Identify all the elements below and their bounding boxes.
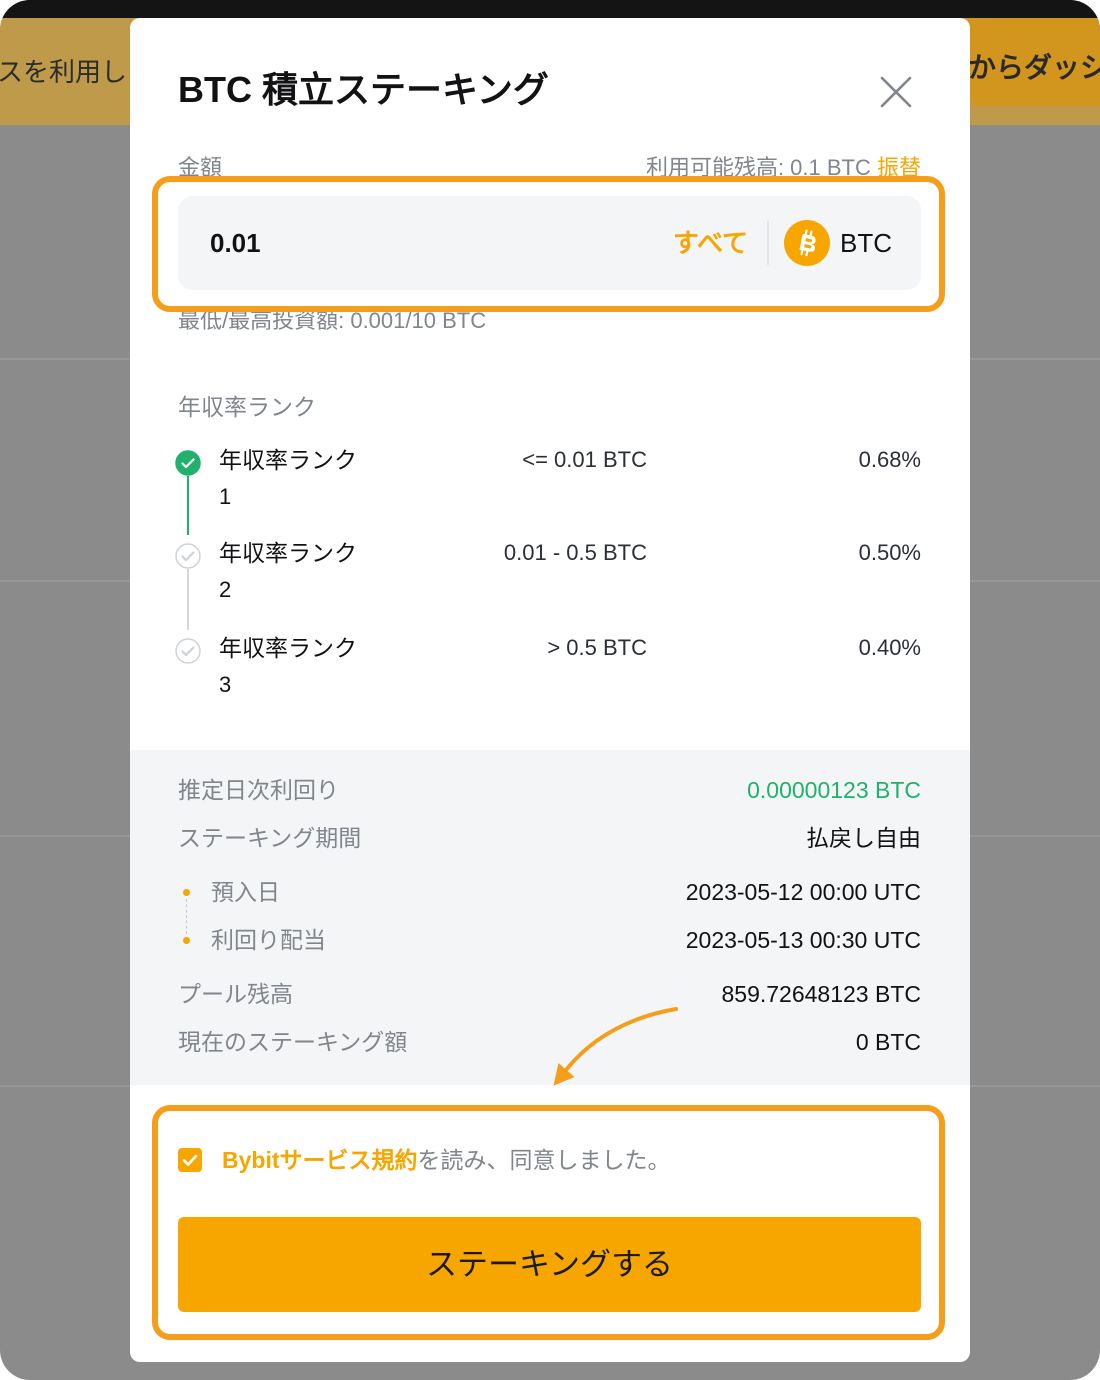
tier-name: 年収率ランク [219, 540, 357, 566]
dashboard-cta-label: からダッシ [968, 52, 1100, 83]
available-balance-text: 利用可能残高: 0.1 BTC [645, 155, 871, 180]
check-circle-icon [175, 638, 201, 664]
dimmed-page-backdrop: スを利用し からダッシ BTC 積立ステーキング 金額 利用可能残高: 0.1 … [0, 0, 1100, 1380]
apr-tier-row: 年収率ランク 3 > 0.5 BTC 0.40% [130, 630, 970, 710]
amount-field[interactable]: すべて BTC [178, 196, 921, 290]
close-icon [880, 76, 912, 108]
amount-input[interactable] [210, 223, 630, 263]
tier-number: 3 [219, 672, 232, 697]
tier-name: 年収率ランク [219, 635, 357, 661]
apr-tier-section-title: 年収率ランク [178, 394, 316, 420]
terms-link[interactable]: Bybitサービス規約 [222, 1147, 418, 1173]
tier-range: > 0.5 BTC [547, 635, 647, 660]
apr-tier-row: 年収率ランク 1 <= 0.01 BTC 0.68% [130, 442, 970, 522]
coin-selector[interactable]: BTC [840, 223, 892, 263]
deposit-date-value: 2023-05-12 00:00 UTC [685, 879, 921, 905]
staking-modal: BTC 積立ステーキング 金額 利用可能残高: 0.1 BTC 振替 すべて [130, 18, 970, 1362]
modal-title: BTC 積立ステーキング [178, 69, 549, 110]
top-bar [0, 0, 1100, 18]
amount-label: 金額 [178, 155, 223, 180]
agreement-text: Bybitサービス規約を読み、同意しました。 [222, 1144, 671, 1176]
dashboard-cta: からダッシ [968, 18, 1100, 106]
tier-number: 1 [219, 484, 232, 509]
available-balance: 利用可能残高: 0.1 BTC 振替 [646, 154, 921, 182]
investment-limits: 最低/最高投資額: 0.001/10 BTC [178, 308, 487, 333]
tier-range: 0.01 - 0.5 BTC [503, 540, 647, 565]
timeline-dot [183, 937, 190, 944]
tier-rate: 0.40% [858, 635, 921, 660]
current-staking-value: 0 BTC [855, 1029, 921, 1055]
checkmark-icon [182, 1154, 198, 1166]
est-daily-yield-value: 0.00000123 BTC [747, 777, 921, 803]
timeline-connector [186, 899, 187, 934]
staking-period-label: ステーキング期間 [178, 825, 362, 851]
tier-name: 年収率ランク [219, 447, 357, 473]
staking-period-value: 払戻し自由 [806, 825, 921, 851]
bitcoin-icon [784, 220, 830, 266]
check-circle-icon [175, 450, 201, 476]
current-staking-label: 現在のステーキング額 [178, 1029, 408, 1055]
apr-tier-row: 年収率ランク 2 0.01 - 0.5 BTC 0.50% [130, 535, 970, 615]
tier-range: <= 0.01 BTC [522, 447, 647, 472]
field-divider [767, 221, 769, 265]
deposit-date-label: 預入日 [211, 879, 280, 905]
timeline-dot [183, 889, 190, 896]
terms-checkbox[interactable] [178, 1148, 202, 1172]
est-daily-yield-label: 推定日次利回り [178, 777, 339, 803]
transfer-link[interactable]: 振替 [877, 155, 921, 180]
pool-balance-value: 859.72648123 BTC [721, 981, 922, 1007]
close-button[interactable] [880, 76, 912, 108]
tier-rate: 0.68% [858, 447, 921, 472]
stake-submit-button[interactable]: ステーキングする [178, 1217, 921, 1312]
yield-distribution-value: 2023-05-13 00:30 UTC [685, 927, 921, 953]
promo-banner-text: スを利用し [0, 57, 128, 87]
agreement-suffix: を読み、同意しました。 [417, 1147, 671, 1173]
tier-number: 2 [219, 577, 232, 602]
check-circle-icon [175, 543, 201, 569]
pool-balance-label: プール残高 [178, 981, 293, 1007]
yield-distribution-label: 利回り配当 [211, 927, 326, 953]
max-amount-button[interactable]: すべて [648, 223, 748, 263]
tier-rate: 0.50% [858, 540, 921, 565]
